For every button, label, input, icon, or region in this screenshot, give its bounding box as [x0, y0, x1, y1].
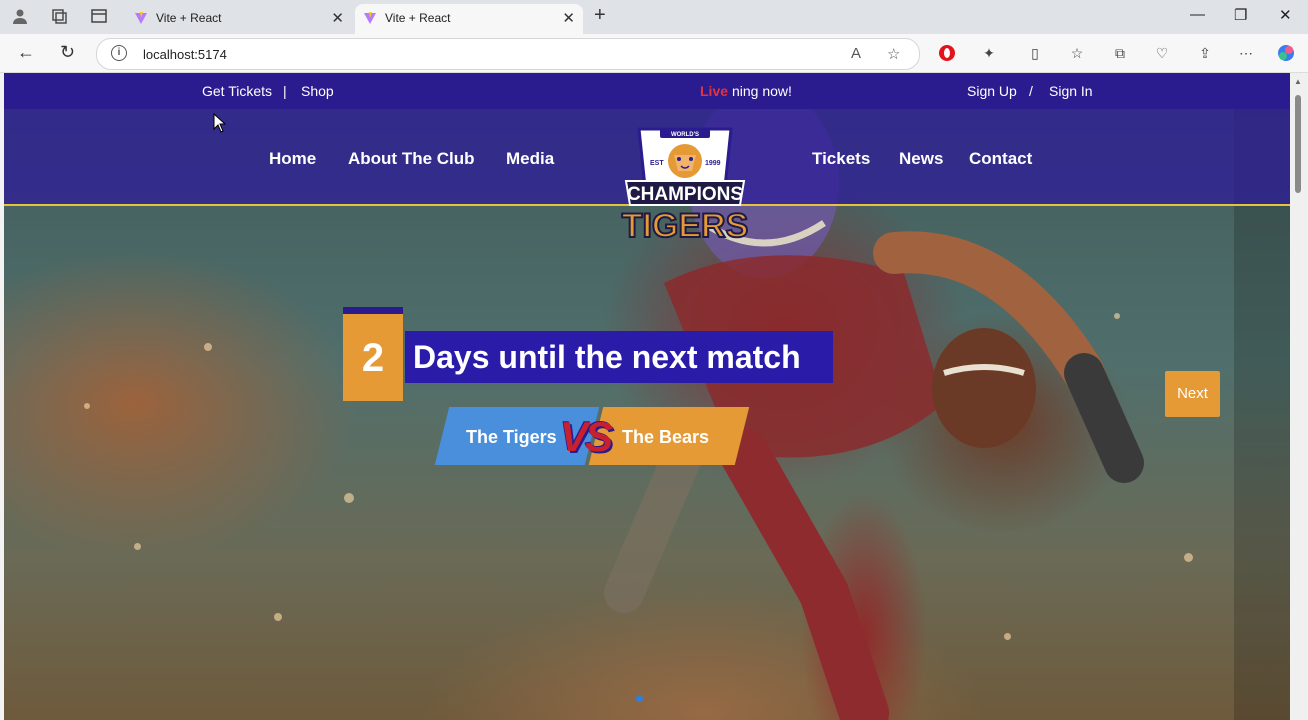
close-window-icon[interactable]: ✕ [1279, 6, 1292, 24]
sign-in-link[interactable]: Sign In [1049, 83, 1093, 99]
bokeh-particle [204, 343, 212, 351]
tab-title: Vite + React [385, 11, 451, 25]
shop-link[interactable]: Shop [301, 83, 334, 99]
nav-about-the-club[interactable]: About The Club [348, 149, 475, 169]
restore-icon[interactable]: ❐ [1234, 6, 1247, 24]
next-slide-button[interactable]: Next [1165, 371, 1220, 417]
share-icon[interactable]: ⇪ [1196, 44, 1214, 62]
bokeh-particle [1184, 553, 1193, 562]
profile-icon[interactable] [10, 7, 30, 27]
carousel-indicator-dot[interactable] [636, 695, 643, 702]
copilot-icon[interactable] [1277, 44, 1295, 62]
scrollbar-thumb[interactable] [1295, 95, 1301, 193]
url-text: localhost:5174 [143, 47, 227, 62]
info-icon[interactable]: i [111, 45, 127, 61]
nav-contact[interactable]: Contact [969, 149, 1032, 169]
logo-est-text: EST [650, 160, 664, 167]
bokeh-particle [84, 403, 90, 409]
scroll-up-icon[interactable]: ▲ [1294, 77, 1302, 86]
sign-up-link[interactable]: Sign Up [967, 83, 1017, 99]
topbar-divider: | [283, 83, 287, 99]
live-label: Live [700, 83, 729, 99]
tab-vite-react-2[interactable]: Vite + React ✕ [355, 4, 583, 34]
browser-toolbar: ← ↻ i localhost:5174 A ☆ ✦ ▯ ☆ ⧉ ♡ ⇪ ⋯ [0, 34, 1308, 73]
countdown-text: Days until the next match [405, 331, 833, 383]
favorite-star-icon[interactable]: ☆ [887, 45, 900, 63]
workspaces-icon[interactable] [49, 7, 69, 27]
close-tab-icon[interactable]: ✕ [562, 9, 575, 27]
logo-line2: TIGERS [622, 207, 749, 245]
bokeh-particle [134, 543, 141, 550]
opera-icon[interactable] [938, 44, 956, 62]
champions-tigers-logo[interactable]: WORLD'S EST 1999 CHAMPIONS TIGERS [602, 123, 768, 253]
back-icon[interactable]: ← [17, 42, 35, 63]
favorites-icon[interactable]: ☆ [1068, 44, 1086, 62]
tab-actions-icon[interactable] [89, 7, 109, 27]
logo-line1: CHAMPIONS [627, 184, 743, 205]
tab-vite-react-1[interactable]: Vite + React ✕ [126, 4, 352, 34]
mouse-cursor-icon [213, 113, 227, 133]
address-bar[interactable]: i localhost:5174 A ☆ [96, 38, 920, 70]
team-left-name: The Tigers [466, 427, 557, 447]
page-scrollbar[interactable]: ▲ [1290, 73, 1308, 720]
logo-year-text: 1999 [705, 160, 721, 167]
minimize-icon[interactable]: — [1190, 6, 1205, 23]
nav-tickets[interactable]: Tickets [812, 149, 870, 169]
collections-icon[interactable]: ⧉ [1111, 44, 1129, 62]
tab-title: Vite + React [156, 11, 222, 25]
split-screen-icon[interactable]: ▯ [1026, 44, 1044, 62]
read-aloud-icon[interactable]: A [851, 45, 861, 62]
nav-media[interactable]: Media [506, 149, 554, 169]
site-top-bar: Get Tickets | Shop Live ning now! Sign U… [4, 73, 1290, 109]
close-tab-icon[interactable]: ✕ [331, 9, 344, 27]
browser-essentials-icon[interactable]: ♡ [1153, 44, 1171, 62]
team-right-name: The Bears [622, 427, 710, 447]
vite-favicon-icon [364, 12, 376, 24]
logo-top-text: WORLD'S [671, 132, 699, 138]
days-count: 2 [343, 307, 403, 401]
vite-favicon-icon [135, 12, 147, 24]
refresh-icon[interactable]: ↻ [60, 42, 75, 63]
nav-home[interactable]: Home [269, 149, 316, 169]
get-tickets-link[interactable]: Get Tickets [202, 83, 272, 99]
extensions-icon[interactable]: ✦ [980, 44, 998, 62]
auth-divider: / [1029, 83, 1033, 99]
nav-news[interactable]: News [899, 149, 943, 169]
page-viewport: Get Tickets | Shop Live ning now! Sign U… [4, 73, 1290, 720]
more-icon[interactable]: ⋯ [1237, 44, 1255, 62]
bokeh-particle [274, 613, 282, 621]
new-tab-icon[interactable]: + [594, 4, 606, 27]
browser-tab-bar: Vite + React ✕ Vite + React ✕ + — ❐ ✕ [0, 0, 1308, 34]
versus-label: VS [560, 413, 613, 460]
streaming-text: ning now! [732, 83, 792, 99]
bokeh-particle [344, 493, 354, 503]
